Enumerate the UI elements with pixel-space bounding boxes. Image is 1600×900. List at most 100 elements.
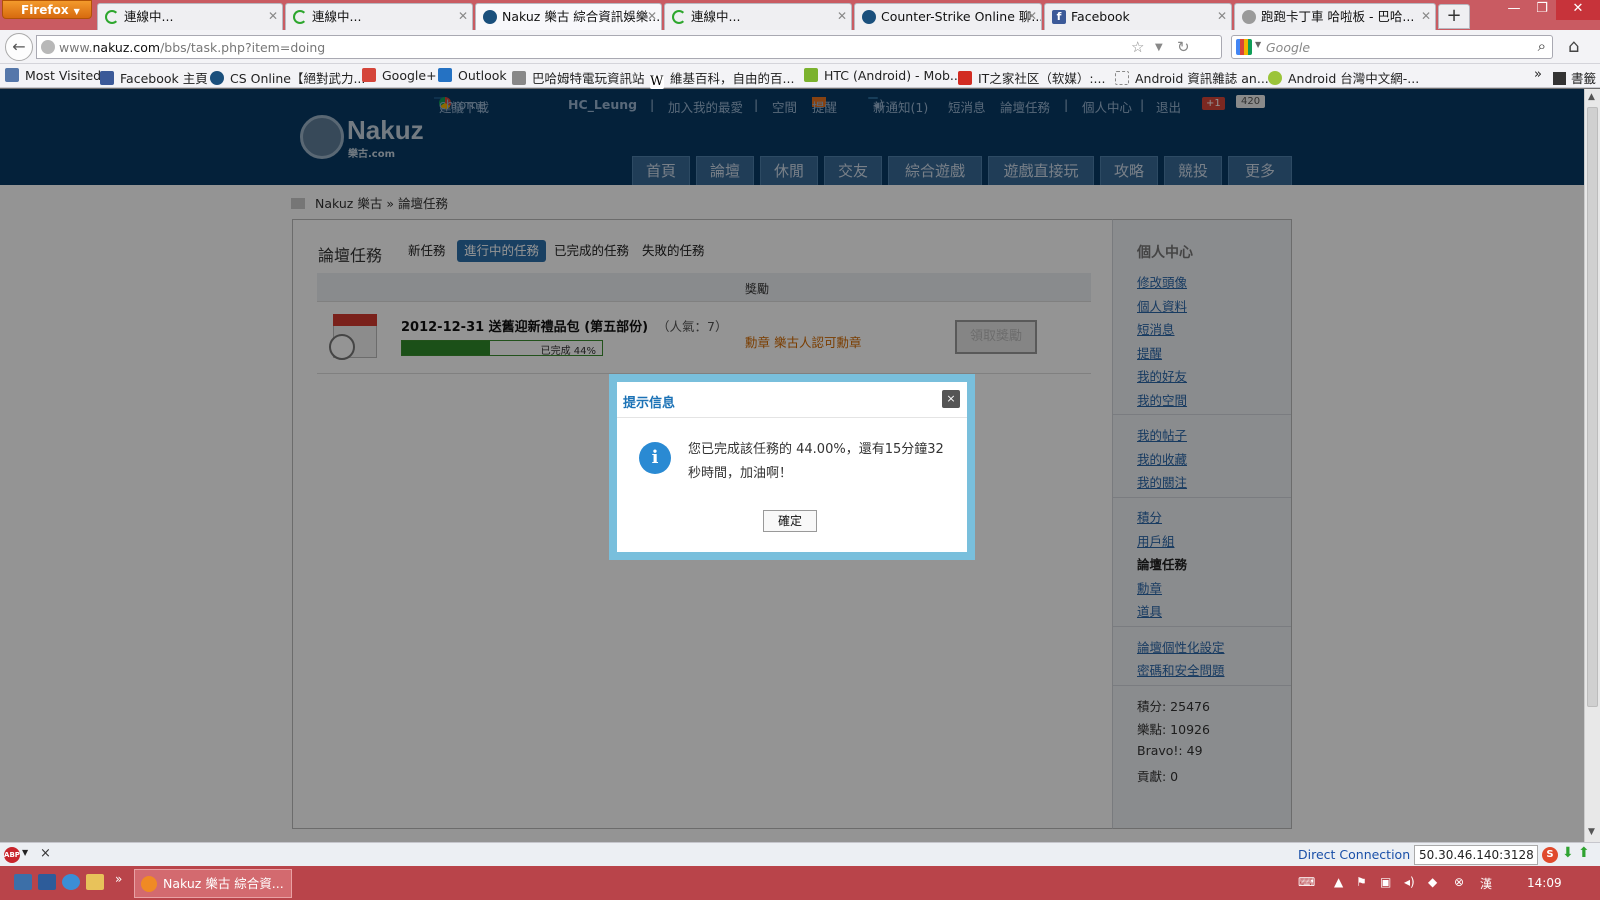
quicklaunch-overflow-button[interactable]: » bbox=[115, 872, 122, 886]
desktop-icon[interactable] bbox=[38, 874, 56, 890]
tab-title: Counter-Strike Online 聊... bbox=[881, 9, 1042, 24]
security-icon[interactable]: ⊗ bbox=[1454, 875, 1464, 889]
cso-favicon-icon bbox=[862, 10, 876, 24]
tab-title: Facebook bbox=[1071, 9, 1130, 24]
bookmarks-overflow-button[interactable]: » bbox=[1534, 67, 1542, 82]
bookmarks-toolbar: Most Visited Facebook 主頁 CS Online【絕對武力.… bbox=[0, 64, 1600, 89]
scroll-up-icon[interactable]: ▲ bbox=[1588, 92, 1595, 102]
network-icon[interactable]: ▣ bbox=[1380, 875, 1391, 889]
action-center-flag-icon[interactable]: ⚑ bbox=[1356, 875, 1367, 889]
bookmark-facebook[interactable]: Facebook 主頁 bbox=[100, 68, 208, 87]
dialog-header: 提示信息 × bbox=[617, 382, 967, 418]
bookmarks-menu-button[interactable]: 書籤 bbox=[1553, 68, 1596, 87]
bookmark-label: 巴哈姆特電玩資訊站 bbox=[532, 71, 645, 86]
url-text[interactable]: www.nakuz.com/bbs/task.php?item=doing bbox=[59, 40, 325, 55]
upload-arrow-icon[interactable]: ⬆ bbox=[1578, 845, 1590, 861]
bookmark-most-visited[interactable]: Most Visited bbox=[5, 68, 101, 83]
bookmark-label: IT之家社区（软媒）:... bbox=[978, 71, 1106, 86]
scrollbar-thumb[interactable] bbox=[1587, 107, 1598, 707]
adblock-plus-icon[interactable]: ABP bbox=[4, 847, 20, 863]
dialog-close-button[interactable]: × bbox=[942, 390, 960, 408]
close-icon[interactable]: ✕ bbox=[268, 4, 278, 29]
bookmark-bahamut[interactable]: 巴哈姆特電玩資訊站 bbox=[512, 68, 645, 87]
bookmark-google-plus[interactable]: Google+ bbox=[362, 68, 437, 83]
tab-loading-3[interactable]: 連線中... ✕ bbox=[664, 3, 852, 30]
facebook-icon bbox=[100, 71, 114, 85]
close-icon[interactable]: ✕ bbox=[1421, 4, 1431, 29]
dialog-title: 提示信息 bbox=[623, 396, 676, 411]
scroll-down-icon[interactable]: ▼ bbox=[1588, 827, 1595, 837]
bookmark-htc[interactable]: HTC (Android) - Mob... bbox=[804, 68, 962, 83]
file-explorer-icon[interactable] bbox=[86, 874, 104, 890]
bookmark-label: Facebook 主頁 bbox=[120, 71, 208, 86]
google-icon[interactable] bbox=[1236, 39, 1252, 55]
bookmark-label: 維基百科，自由的百... bbox=[670, 71, 795, 86]
bookmark-label: Android 資訊雜誌 an... bbox=[1135, 71, 1269, 86]
bookmark-ithome[interactable]: IT之家社区（软媒）:... bbox=[958, 68, 1105, 87]
tab-nakuz[interactable]: Nakuz 樂古 綜合資訊娛樂... ✕ bbox=[475, 3, 662, 30]
tab-loading-1[interactable]: 連線中... ✕ bbox=[97, 3, 283, 30]
new-tab-button[interactable]: + bbox=[1438, 4, 1470, 29]
history-dropdown-icon[interactable]: ▼ bbox=[1155, 42, 1163, 53]
bookmark-android-magazine[interactable]: Android 資訊雜誌 an... bbox=[1115, 68, 1269, 87]
info-dialog: 提示信息 × i 您已完成該任務的 44.00%，還有15分鐘32秒時間，加油啊… bbox=[609, 374, 975, 560]
close-icon[interactable]: ✕ bbox=[1027, 4, 1037, 29]
connection-status[interactable]: Direct Connection bbox=[1298, 847, 1410, 862]
show-hidden-icons-icon[interactable]: ▲ bbox=[1334, 875, 1343, 889]
chevron-down-icon: ▼ bbox=[73, 7, 80, 16]
bahamut-favicon-icon bbox=[1242, 10, 1256, 24]
search-bar[interactable]: ▼ Google ⌕ bbox=[1231, 35, 1553, 59]
bookmark-label: HTC (Android) - Mob... bbox=[824, 68, 962, 83]
ok-button[interactable]: 確定 bbox=[763, 510, 817, 532]
page-icon bbox=[1115, 71, 1129, 85]
vertical-scrollbar[interactable]: ▲ ▼ bbox=[1584, 89, 1600, 842]
navigation-toolbar: ← www.nakuz.com/bbs/task.php?item=doing … bbox=[0, 30, 1600, 64]
close-icon[interactable]: ✕ bbox=[458, 4, 468, 29]
back-button[interactable]: ← bbox=[5, 33, 33, 61]
internet-explorer-icon[interactable] bbox=[62, 874, 80, 890]
dropbox-icon[interactable]: ◆ bbox=[1428, 875, 1437, 889]
ime-indicator[interactable]: 漢 bbox=[1480, 875, 1492, 892]
minimize-icon[interactable]: — bbox=[1500, 0, 1528, 20]
bookmark-label: Google+ bbox=[382, 68, 437, 83]
bookmarks-star-icon bbox=[1553, 72, 1566, 85]
bookmark-outlook[interactable]: Outlook bbox=[438, 68, 507, 83]
google-plus-icon bbox=[362, 68, 376, 82]
volume-icon[interactable]: ◂) bbox=[1404, 875, 1415, 889]
system-clock[interactable]: 14:09 bbox=[1527, 876, 1562, 890]
reload-icon[interactable]: ↻ bbox=[1177, 38, 1190, 56]
tab-loading-2[interactable]: 連線中... ✕ bbox=[285, 3, 473, 30]
close-icon[interactable]: ✕ bbox=[1217, 4, 1227, 29]
keyboard-icon[interactable]: ⌨ bbox=[1298, 875, 1315, 889]
browser-titlebar: Firefox ▼ 連線中... ✕ 連線中... ✕ Nakuz 樂古 綜合資訊娛樂… bbox=[0, 0, 1600, 30]
addon-bar-close-button[interactable]: × bbox=[40, 846, 51, 861]
bookmark-label: CS Online【絕對武力... bbox=[230, 71, 366, 86]
taskbar-firefox-window[interactable]: Nakuz 樂古 綜合資... bbox=[134, 869, 292, 898]
search-placeholder: Google bbox=[1266, 40, 1311, 55]
tab-bahamut[interactable]: 跑跑卡丁車 哈啦板 - 巴哈... ✕ bbox=[1234, 3, 1436, 30]
download-arrow-icon[interactable]: ⬇ bbox=[1562, 845, 1574, 861]
restore-icon[interactable]: ❐ bbox=[1528, 0, 1556, 20]
tab-title: Nakuz 樂古 綜合資訊娛樂... bbox=[502, 9, 661, 24]
tab-facebook[interactable]: f Facebook ✕ bbox=[1044, 3, 1232, 30]
s-addon-icon[interactable]: S bbox=[1542, 847, 1558, 863]
home-icon[interactable]: ⌂ bbox=[1568, 36, 1579, 57]
android-icon bbox=[1268, 71, 1282, 85]
url-bar[interactable]: www.nakuz.com/bbs/task.php?item=doing ☆ … bbox=[36, 35, 1222, 59]
chevron-down-icon[interactable]: ▼ bbox=[22, 848, 28, 857]
bookmark-star-icon[interactable]: ☆ bbox=[1131, 38, 1144, 56]
bookmark-cs-online[interactable]: CS Online【絕對武力... bbox=[210, 68, 365, 87]
nakuz-favicon-icon bbox=[483, 10, 497, 24]
close-icon[interactable]: ✕ bbox=[647, 4, 657, 29]
chevron-down-icon[interactable]: ▼ bbox=[1255, 40, 1261, 49]
proxy-field[interactable]: 50.30.46.140:3128 bbox=[1414, 845, 1538, 865]
firefox-menu-button[interactable]: Firefox ▼ bbox=[2, 0, 92, 19]
search-icon[interactable]: ⌕ bbox=[1538, 37, 1546, 55]
outlook-icon bbox=[438, 68, 452, 82]
close-icon[interactable]: ✕ bbox=[837, 4, 847, 29]
show-desktop-icon[interactable] bbox=[14, 874, 32, 890]
bookmark-android-tw[interactable]: Android 台灣中文網-... bbox=[1268, 68, 1419, 87]
tab-cso[interactable]: Counter-Strike Online 聊... ✕ bbox=[854, 3, 1042, 30]
window-close-icon[interactable]: ✕ bbox=[1556, 0, 1600, 20]
bookmark-wikipedia[interactable]: W 維基百科，自由的百... bbox=[650, 68, 794, 89]
